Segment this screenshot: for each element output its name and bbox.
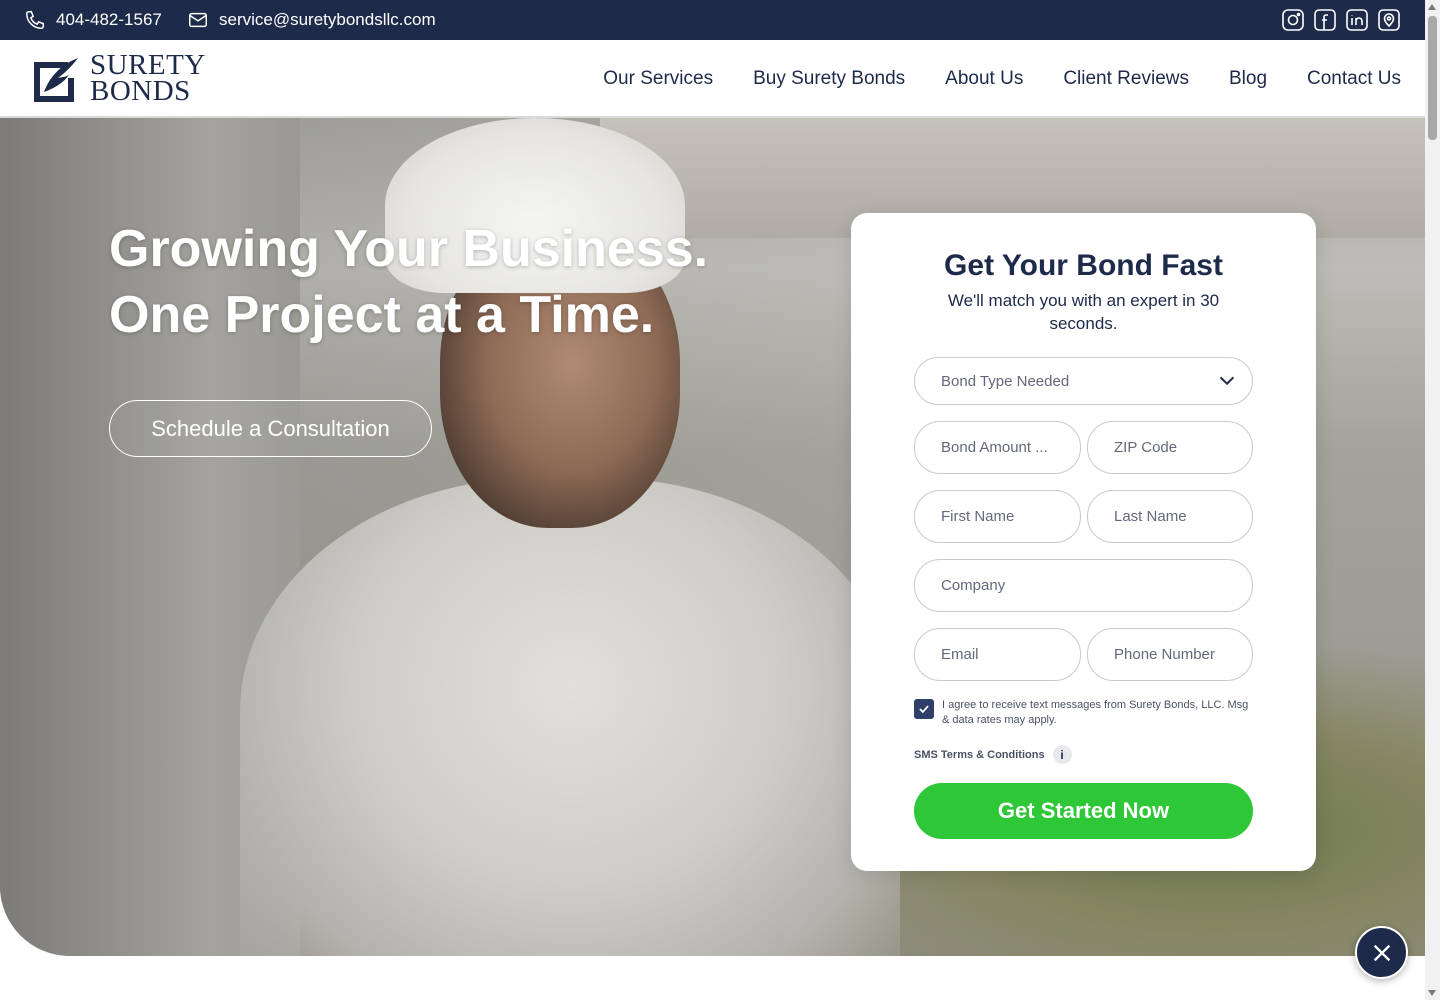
zip-code-placeholder: ZIP Code	[1114, 439, 1178, 456]
social-links	[1281, 8, 1401, 32]
nav-contact-us[interactable]: Contact Us	[1307, 68, 1401, 90]
top-contact-bar: 404-482-1567 service@suretybondsllc.com	[0, 0, 1425, 40]
first-name-placeholder: First Name	[941, 508, 1015, 525]
instagram-icon[interactable]	[1281, 8, 1305, 32]
close-icon	[1373, 944, 1390, 961]
form-title: Get Your Bond Fast	[944, 249, 1223, 282]
phone-number: 404-482-1567	[56, 10, 162, 29]
get-started-button[interactable]: Get Started Now	[914, 783, 1253, 839]
nav-our-services[interactable]: Our Services	[603, 68, 713, 90]
hero-headline-line1: Growing Your Business.	[109, 220, 709, 278]
nav-about-us[interactable]: About Us	[945, 68, 1023, 90]
nav-blog[interactable]: Blog	[1229, 68, 1267, 90]
first-name-field[interactable]: First Name	[914, 490, 1081, 543]
page-scrollbar[interactable]	[1425, 0, 1440, 1000]
logo-wordmark: SURETY BONDS	[90, 51, 206, 107]
facebook-icon[interactable]	[1313, 8, 1337, 32]
sms-consent-text: I agree to receive text messages from Su…	[942, 699, 1249, 726]
hero-person-shirt	[240, 478, 900, 956]
last-name-placeholder: Last Name	[1114, 508, 1187, 525]
zip-code-field[interactable]: ZIP Code	[1087, 421, 1253, 474]
bond-amount-placeholder: Bond Amount ...	[941, 439, 1048, 456]
sms-terms-row: SMS Terms & Conditions i	[914, 745, 1072, 764]
last-name-field[interactable]: Last Name	[1087, 490, 1253, 543]
schedule-consultation-button[interactable]: Schedule a Consultation	[109, 400, 432, 457]
nav-buy-surety-bonds[interactable]: Buy Surety Bonds	[753, 68, 905, 90]
email-field[interactable]: Email	[914, 628, 1081, 681]
phone-number-field[interactable]: Phone Number	[1087, 628, 1253, 681]
site-header: SURETY BONDS Our Services Buy Surety Bon…	[0, 40, 1425, 118]
linkedin-icon[interactable]	[1345, 8, 1369, 32]
email-placeholder: Email	[941, 646, 979, 663]
nav-client-reviews[interactable]: Client Reviews	[1063, 68, 1189, 90]
phone-icon	[26, 11, 44, 29]
info-icon[interactable]: i	[1052, 745, 1072, 764]
email-address: service@suretybondsllc.com	[219, 10, 436, 29]
chat-close-button[interactable]	[1355, 926, 1408, 979]
logo-line2: BONDS	[90, 75, 191, 107]
quill-logo-icon	[34, 58, 78, 102]
chevron-down-icon	[1219, 376, 1235, 386]
bond-type-select[interactable]: Bond Type Needed	[914, 357, 1253, 405]
sms-consent-checkbox[interactable]	[914, 699, 934, 719]
hero-headline: Growing Your Business. One Project at a …	[109, 216, 809, 348]
scrollbar-thumb[interactable]	[1428, 16, 1437, 140]
quote-form-card: Get Your Bond Fast We'll match you with …	[851, 213, 1316, 871]
checkmark-icon	[919, 705, 929, 714]
site-logo[interactable]: SURETY BONDS	[30, 51, 206, 107]
bond-type-placeholder: Bond Type Needed	[941, 372, 1070, 390]
sms-terms-link[interactable]: SMS Terms & Conditions	[914, 749, 1045, 761]
hero-headline-line2: One Project at a Time.	[109, 286, 655, 344]
sms-consent: I agree to receive text messages from Su…	[914, 698, 1254, 728]
phone-link[interactable]: 404-482-1567	[24, 0, 162, 40]
email-link[interactable]: service@suretybondsllc.com	[187, 0, 436, 40]
scroll-down-arrow-icon[interactable]	[1428, 990, 1436, 996]
scroll-up-arrow-icon[interactable]	[1428, 4, 1436, 10]
bond-amount-field[interactable]: Bond Amount ...	[914, 421, 1081, 474]
phone-number-placeholder: Phone Number	[1114, 646, 1215, 663]
mail-icon	[189, 12, 207, 28]
form-subtitle: We'll match you with an expert in 30 sec…	[947, 291, 1220, 333]
company-placeholder: Company	[941, 577, 1006, 594]
location-pin-icon[interactable]	[1377, 8, 1401, 32]
company-field[interactable]: Company	[914, 559, 1253, 612]
main-nav: Our Services Buy Surety Bonds About Us C…	[603, 40, 1401, 118]
